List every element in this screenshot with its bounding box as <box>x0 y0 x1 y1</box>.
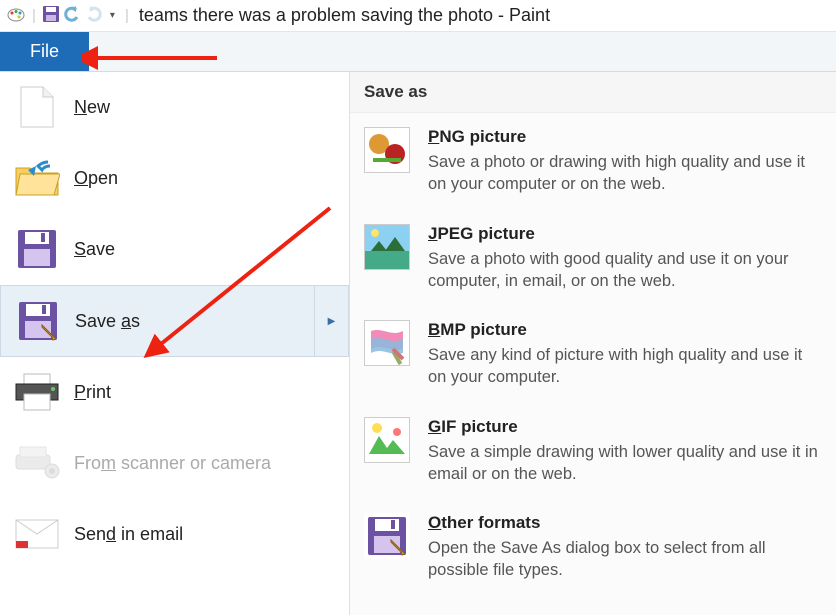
format-png-desc: Save a photo or drawing with high qualit… <box>428 151 822 196</box>
other-formats-icon <box>364 513 410 559</box>
format-gif-desc: Save a simple drawing with lower quality… <box>428 441 822 486</box>
separator: | <box>125 7 129 24</box>
envelope-icon <box>14 511 60 557</box>
format-jpeg-desc: Save a photo with good quality and use i… <box>428 248 822 293</box>
gif-thumb-icon <box>364 417 410 463</box>
save-as-panel: Save as PNG picture Save a photo or draw… <box>350 72 836 615</box>
format-other-desc: Open the Save As dialog box to select fr… <box>428 537 822 582</box>
paint-app-icon <box>6 4 26 28</box>
menu-new-label: New <box>74 97 110 118</box>
quick-access-toolbar: | ▾ | teams there was a problem saving t… <box>0 0 836 32</box>
format-png-title: PNG picture <box>428 127 822 147</box>
menu-open[interactable]: Open <box>0 143 349 214</box>
menu-from-scanner-label: From scanner or camera <box>74 453 271 474</box>
menu-save-as[interactable]: Save as ▶ <box>0 285 349 357</box>
format-other-title: Other formats <box>428 513 822 533</box>
menu-print-label: Print <box>74 382 111 403</box>
separator: | <box>32 7 36 24</box>
menu-save[interactable]: Save <box>0 214 349 285</box>
format-bmp-desc: Save any kind of picture with high quali… <box>428 344 822 389</box>
window-title: teams there was a problem saving the pho… <box>139 5 550 26</box>
jpeg-thumb-icon <box>364 224 410 270</box>
redo-icon[interactable] <box>84 4 104 28</box>
menu-open-label: Open <box>74 168 118 189</box>
save-disk-icon <box>14 226 60 272</box>
format-gif[interactable]: GIF picture Save a simple drawing with l… <box>350 403 836 500</box>
format-png[interactable]: PNG picture Save a photo or drawing with… <box>350 113 836 210</box>
format-bmp[interactable]: BMP picture Save any kind of picture wit… <box>350 306 836 403</box>
save-as-header: Save as <box>350 72 836 113</box>
submenu-arrow-icon: ▶ <box>314 286 348 356</box>
file-menu-left: New Open Save <box>0 72 350 615</box>
save-as-icon <box>15 298 61 344</box>
menu-save-label: Save <box>74 239 115 260</box>
file-tab-label: File <box>30 41 59 62</box>
format-jpeg[interactable]: JPEG picture Save a photo with good qual… <box>350 210 836 307</box>
qat-customize-icon[interactable]: ▾ <box>106 10 119 21</box>
format-other[interactable]: Other formats Open the Save As dialog bo… <box>350 499 836 596</box>
menu-new[interactable]: New <box>0 72 349 143</box>
ribbon-tabs: File <box>0 32 836 72</box>
menu-print[interactable]: Print <box>0 357 349 428</box>
menu-save-as-label: Save as <box>75 311 140 332</box>
format-bmp-title: BMP picture <box>428 320 822 340</box>
format-gif-title: GIF picture <box>428 417 822 437</box>
save-icon[interactable] <box>42 5 60 27</box>
file-tab[interactable]: File <box>0 32 89 71</box>
menu-send-email-label: Send in email <box>74 524 183 545</box>
menu-send-email[interactable]: Send in email <box>0 499 349 570</box>
bmp-thumb-icon <box>364 320 410 366</box>
scanner-icon <box>14 440 60 486</box>
format-jpeg-title: JPEG picture <box>428 224 822 244</box>
png-thumb-icon <box>364 127 410 173</box>
undo-icon[interactable] <box>62 4 82 28</box>
new-file-icon <box>14 84 60 130</box>
menu-from-scanner: From scanner or camera <box>0 428 349 499</box>
printer-icon <box>14 369 60 415</box>
open-folder-icon <box>14 155 60 201</box>
file-menu: New Open Save <box>0 72 836 615</box>
